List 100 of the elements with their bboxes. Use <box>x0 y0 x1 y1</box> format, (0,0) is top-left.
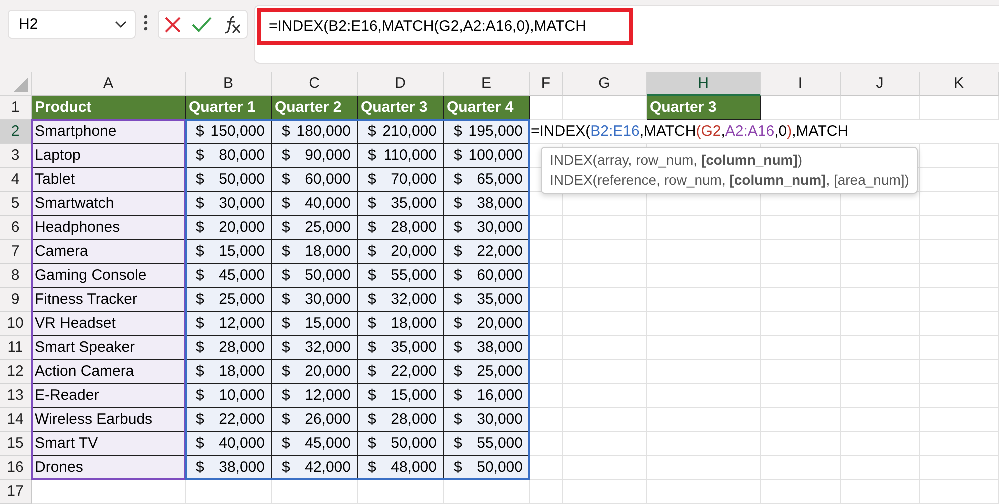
column-header[interactable]: D <box>358 72 444 96</box>
empty-cell[interactable] <box>647 240 761 264</box>
row-header[interactable]: 9 <box>0 288 32 312</box>
row-header[interactable]: 14 <box>0 408 32 432</box>
empty-cell[interactable] <box>761 456 841 480</box>
empty-cell[interactable] <box>530 480 563 504</box>
empty-cell[interactable] <box>647 384 761 408</box>
empty-cell[interactable] <box>647 288 761 312</box>
empty-cell[interactable] <box>841 360 920 384</box>
empty-cell[interactable] <box>841 384 920 408</box>
row-header[interactable]: 6 <box>0 216 32 240</box>
row-header[interactable]: 11 <box>0 336 32 360</box>
column-header[interactable]: F <box>530 72 563 96</box>
row-header[interactable]: 13 <box>0 384 32 408</box>
column-header[interactable]: K <box>920 72 999 96</box>
empty-cell[interactable] <box>761 360 841 384</box>
row-header[interactable]: 3 <box>0 144 32 168</box>
empty-cell[interactable] <box>841 480 920 504</box>
row-header[interactable]: 16 <box>0 456 32 480</box>
row-header[interactable]: 17 <box>0 480 32 504</box>
empty-cell[interactable] <box>647 456 761 480</box>
syntax-hint[interactable]: INDEX(array, row_num, [column_num]) <box>550 150 910 170</box>
row-header[interactable]: 2 <box>0 120 32 144</box>
empty-cell[interactable] <box>841 312 920 336</box>
empty-cell[interactable] <box>920 312 999 336</box>
empty-cell[interactable] <box>563 336 647 360</box>
column-header[interactable]: E <box>444 72 530 96</box>
empty-cell[interactable] <box>920 432 999 456</box>
empty-cell[interactable] <box>761 216 841 240</box>
empty-cell[interactable] <box>761 384 841 408</box>
empty-cell[interactable] <box>647 216 761 240</box>
empty-cell[interactable] <box>841 216 920 240</box>
column-header[interactable]: A <box>32 72 186 96</box>
syntax-hint[interactable]: INDEX(reference, row_num, [column_num], [area_num]) <box>550 170 910 190</box>
empty-cell[interactable] <box>920 288 999 312</box>
empty-cell[interactable] <box>647 264 761 288</box>
empty-cell[interactable] <box>761 480 841 504</box>
empty-cell[interactable] <box>761 288 841 312</box>
row-header[interactable]: 10 <box>0 312 32 336</box>
empty-cell[interactable] <box>761 240 841 264</box>
empty-cell[interactable] <box>563 216 647 240</box>
row-header[interactable]: 4 <box>0 168 32 192</box>
empty-cell[interactable] <box>563 288 647 312</box>
formula-bar[interactable]: =INDEX(B2:E16,MATCH(G2,A2:A16,0),MATCH <box>254 5 999 64</box>
checkmark-icon[interactable] <box>192 16 212 32</box>
empty-cell[interactable] <box>841 336 920 360</box>
row-header[interactable]: 15 <box>0 432 32 456</box>
empty-cell[interactable] <box>841 408 920 432</box>
formula-field[interactable]: =INDEX(B2:E16,MATCH(G2,A2:A16,0),MATCH <box>257 8 633 45</box>
empty-cell[interactable] <box>841 288 920 312</box>
empty-cell[interactable] <box>920 360 999 384</box>
empty-cell[interactable] <box>647 312 761 336</box>
empty-cell[interactable] <box>647 432 761 456</box>
more-options-icon[interactable] <box>144 15 148 31</box>
empty-cell[interactable] <box>841 240 920 264</box>
row-header[interactable]: 12 <box>0 360 32 384</box>
empty-cell[interactable] <box>358 480 444 504</box>
empty-cell[interactable] <box>761 264 841 288</box>
empty-cell[interactable] <box>563 432 647 456</box>
empty-cell[interactable] <box>186 480 272 504</box>
empty-cell[interactable] <box>920 408 999 432</box>
column-header[interactable]: C <box>272 72 358 96</box>
empty-cell[interactable] <box>761 336 841 360</box>
empty-cell[interactable] <box>841 456 920 480</box>
empty-cell[interactable] <box>563 360 647 384</box>
column-header[interactable]: H <box>647 72 761 96</box>
column-header[interactable]: I <box>761 72 841 96</box>
name-box[interactable]: H2 <box>8 10 136 39</box>
empty-cell[interactable] <box>444 480 530 504</box>
empty-cell[interactable] <box>841 432 920 456</box>
row-header[interactable]: 1 <box>0 96 32 120</box>
empty-cell[interactable] <box>761 408 841 432</box>
empty-cell[interactable] <box>920 240 999 264</box>
column-header[interactable]: B <box>186 72 272 96</box>
empty-cell[interactable] <box>920 336 999 360</box>
empty-cell[interactable] <box>647 408 761 432</box>
empty-cell[interactable] <box>563 408 647 432</box>
empty-cell[interactable] <box>920 168 999 192</box>
empty-cell[interactable] <box>563 312 647 336</box>
empty-cell[interactable] <box>761 312 841 336</box>
empty-cell[interactable] <box>920 384 999 408</box>
empty-cell[interactable] <box>920 192 999 216</box>
row-header[interactable]: 7 <box>0 240 32 264</box>
empty-cell[interactable] <box>563 240 647 264</box>
empty-cell[interactable] <box>563 264 647 288</box>
empty-cell[interactable] <box>920 456 999 480</box>
column-header[interactable]: G <box>563 72 647 96</box>
empty-cell[interactable] <box>563 480 647 504</box>
select-all-button[interactable] <box>0 72 32 96</box>
empty-cell[interactable] <box>272 480 358 504</box>
empty-cell[interactable] <box>647 336 761 360</box>
empty-cell[interactable] <box>920 216 999 240</box>
empty-cell[interactable] <box>761 432 841 456</box>
empty-cell[interactable] <box>920 264 999 288</box>
empty-cell[interactable] <box>563 456 647 480</box>
row-header[interactable]: 5 <box>0 192 32 216</box>
empty-cell[interactable] <box>647 360 761 384</box>
column-header[interactable]: J <box>841 72 920 96</box>
empty-cell[interactable] <box>841 264 920 288</box>
empty-cell[interactable] <box>920 480 999 504</box>
